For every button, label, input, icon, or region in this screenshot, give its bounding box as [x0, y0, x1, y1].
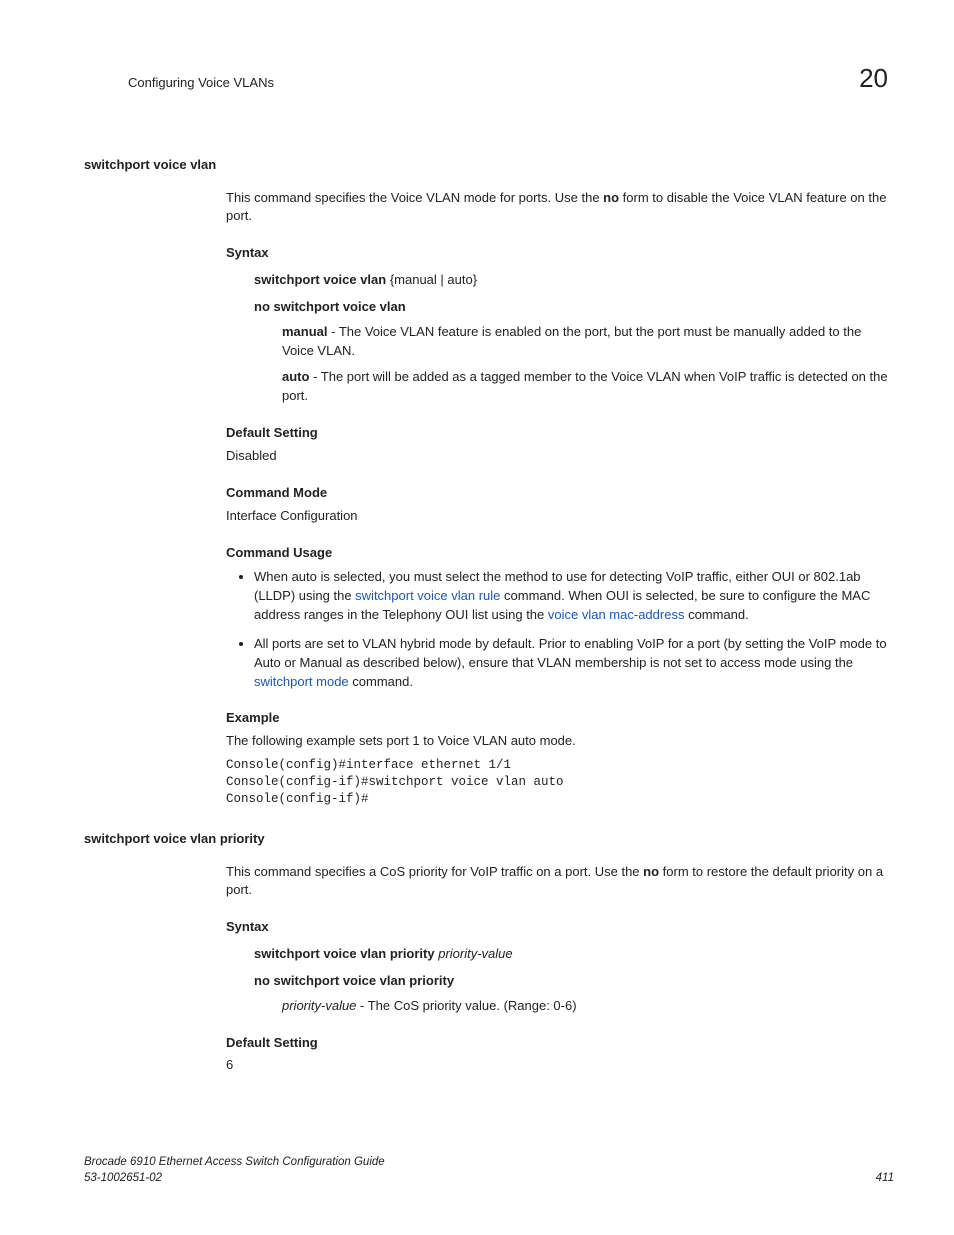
usage-label: Command Usage: [226, 544, 894, 563]
usage-block-1: Command Usage When auto is selected, you…: [226, 544, 894, 692]
default-block-1: Default Setting Disabled: [226, 424, 894, 466]
syntax-cmd: switchport voice vlan: [254, 272, 386, 287]
param-manual: manual - The Voice VLAN feature is enabl…: [282, 323, 894, 361]
syntax-cmd: switchport voice vlan priority: [254, 946, 435, 961]
no-syntax-line: no switchport voice vlan: [254, 298, 894, 317]
default-value: Disabled: [226, 447, 894, 466]
syntax-args: {manual | auto}: [386, 272, 477, 287]
example-intro: The following example sets port 1 to Voi…: [226, 732, 894, 751]
default-block-2: Default Setting 6: [226, 1034, 894, 1076]
command-name-1: switchport voice vlan: [84, 156, 894, 175]
syntax-line: switchport voice vlan priority priority-…: [254, 945, 894, 964]
syntax-label: Syntax: [226, 918, 894, 937]
footer-line2: 53-1002651-02: [84, 1170, 385, 1187]
page-footer: Brocade 6910 Ethernet Access Switch Conf…: [84, 1154, 894, 1187]
example-code: Console(config)#interface ethernet 1/1 C…: [226, 757, 894, 808]
param-key: manual: [282, 324, 328, 339]
syntax-block-1: Syntax switchport voice vlan {manual | a…: [226, 244, 894, 406]
mode-value: Interface Configuration: [226, 507, 894, 526]
no-syntax: no switchport voice vlan priority: [254, 973, 454, 988]
header-title: Configuring Voice VLANs: [84, 74, 274, 93]
usage-text: All ports are set to VLAN hybrid mode by…: [254, 636, 887, 670]
footer-left: Brocade 6910 Ethernet Access Switch Conf…: [84, 1154, 385, 1187]
usage-text: command.: [684, 607, 748, 622]
desc-text: This command specifies a CoS priority fo…: [226, 864, 643, 879]
default-label: Default Setting: [226, 424, 894, 443]
mode-block-1: Command Mode Interface Configuration: [226, 484, 894, 526]
desc-no: no: [643, 864, 659, 879]
link-switchport-voice-vlan-rule[interactable]: switchport voice vlan rule: [355, 588, 500, 603]
usage-text: command.: [349, 674, 413, 689]
param-priority: priority-value - The CoS priority value.…: [282, 997, 894, 1016]
no-syntax: no switchport voice vlan: [254, 299, 406, 314]
param-txt: - The CoS priority value. (Range: 0-6): [356, 998, 576, 1013]
syntax-label: Syntax: [226, 244, 894, 263]
page-header: Configuring Voice VLANs 20: [84, 60, 894, 98]
default-value: 6: [226, 1056, 894, 1075]
no-syntax-line: no switchport voice vlan priority: [254, 972, 894, 991]
usage-item-2: All ports are set to VLAN hybrid mode by…: [254, 635, 894, 692]
chapter-number: 20: [859, 60, 894, 98]
param-auto: auto - The port will be added as a tagge…: [282, 368, 894, 406]
syntax-line: switchport voice vlan {manual | auto}: [254, 271, 894, 290]
usage-item-1: When auto is selected, you must select t…: [254, 568, 894, 625]
command-desc-2: This command specifies a CoS priority fo…: [226, 863, 894, 901]
syntax-arg: priority-value: [435, 946, 513, 961]
param-key: priority-value: [282, 998, 356, 1013]
page: Configuring Voice VLANs 20 switchport vo…: [0, 0, 954, 1235]
mode-label: Command Mode: [226, 484, 894, 503]
desc-text: This command specifies the Voice VLAN mo…: [226, 190, 603, 205]
syntax-block-2: Syntax switchport voice vlan priority pr…: [226, 918, 894, 1015]
link-voice-vlan-mac-address[interactable]: voice vlan mac-address: [548, 607, 685, 622]
usage-list: When auto is selected, you must select t…: [226, 568, 894, 691]
desc-no: no: [603, 190, 619, 205]
command-name-2: switchport voice vlan priority: [84, 830, 894, 849]
example-block-1: Example The following example sets port …: [226, 709, 894, 807]
default-label: Default Setting: [226, 1034, 894, 1053]
footer-page-num: 411: [876, 1170, 894, 1187]
param-txt: - The port will be added as a tagged mem…: [282, 369, 888, 403]
example-label: Example: [226, 709, 894, 728]
param-key: auto: [282, 369, 309, 384]
footer-line1: Brocade 6910 Ethernet Access Switch Conf…: [84, 1154, 385, 1171]
param-txt: - The Voice VLAN feature is enabled on t…: [282, 324, 861, 358]
link-switchport-mode[interactable]: switchport mode: [254, 674, 349, 689]
command-desc-1: This command specifies the Voice VLAN mo…: [226, 189, 894, 227]
